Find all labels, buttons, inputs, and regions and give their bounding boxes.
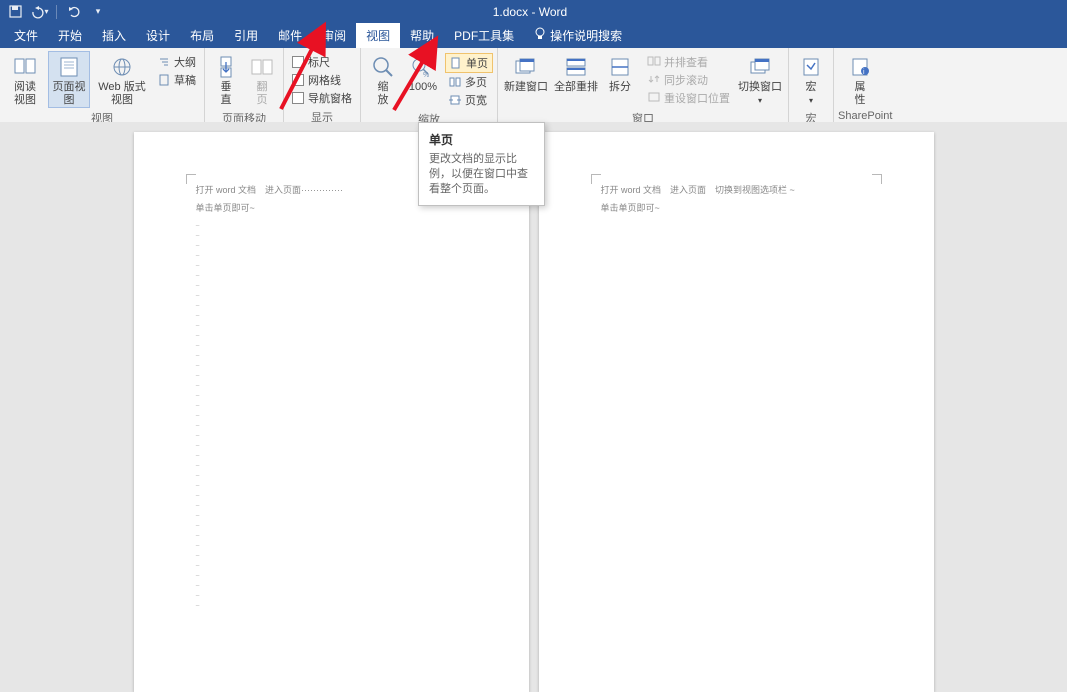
draft-button[interactable]: 草稿 (154, 71, 200, 89)
tab-tell-me[interactable]: 操作说明搜索 (524, 23, 632, 48)
page-body-marks: ~~~~~~~~~~~~~~~~~~~~~~~~~~~~~~~~~~~~~~~ (196, 222, 200, 612)
macros-icon (799, 55, 823, 79)
zoom-button[interactable]: 缩 放 (365, 51, 401, 108)
tell-me-label: 操作说明搜索 (550, 27, 622, 44)
title-bar: ▾ ▾ 1.docx - Word (0, 0, 1067, 23)
properties-icon: i (848, 55, 872, 79)
multi-page-button[interactable]: 多页 (445, 73, 493, 91)
ruler-checkbox[interactable]: 标尺 (288, 53, 356, 71)
multi-page-icon (449, 76, 461, 88)
document-title: 1.docx - Word (113, 5, 947, 19)
page-text: 打开 word 文档 进入页面·············· (196, 184, 343, 196)
new-window-icon (514, 55, 538, 79)
tab-layout[interactable]: 布局 (180, 23, 224, 48)
web-layout-button[interactable]: Web 版式视图 (92, 51, 152, 108)
tab-review[interactable]: 审阅 (312, 23, 356, 48)
print-layout-button[interactable]: 页面视图 (48, 51, 90, 108)
macros-button[interactable]: 宏▾ (793, 51, 829, 108)
navigation-pane-checkbox[interactable]: 导航窗格 (288, 89, 356, 107)
page-text: 打开 word 文档 进入页面 切换到视图选项栏 ~ (601, 184, 795, 196)
group-sharepoint-label: SharePoint (838, 108, 892, 123)
group-window: 新建窗口 全部重排 拆分 并排查看 (498, 48, 789, 122)
ribbon: 阅读 视图 页面视图 Web 版式视图 大纲 (0, 48, 1067, 123)
one-page-icon (450, 57, 462, 69)
outline-button[interactable]: 大纲 (154, 53, 200, 71)
tooltip-body: 更改文档的显示比例，以便在窗口中查看整个页面。 (429, 152, 534, 197)
group-macros: 宏▾ 宏 (789, 48, 834, 122)
one-page-button[interactable]: 单页 (445, 53, 493, 73)
sync-scroll-icon (648, 74, 660, 86)
group-page-movement: 垂 直 翻 页 页面移动 (205, 48, 284, 122)
draft-icon (158, 74, 170, 86)
group-sharepoint: i 属 性 SharePoint (834, 48, 896, 122)
save-icon[interactable] (8, 5, 22, 19)
sync-scroll-button[interactable]: 同步滚动 (644, 71, 734, 89)
read-mode-icon (13, 55, 37, 79)
split-icon (608, 55, 632, 79)
side-to-side-icon (250, 55, 274, 79)
tab-mailings[interactable]: 邮件 (268, 23, 312, 48)
group-views: 阅读 视图 页面视图 Web 版式视图 大纲 (0, 48, 205, 122)
web-layout-icon (110, 55, 134, 79)
tab-home[interactable]: 开始 (48, 23, 92, 48)
margin-corner-icon (868, 174, 882, 188)
new-window-button[interactable]: 新建窗口 (502, 51, 550, 95)
tab-help[interactable]: 帮助 (400, 23, 444, 48)
switch-windows-button[interactable]: 切换窗口▾ (736, 51, 784, 108)
vertical-button[interactable]: 垂 直 (209, 51, 243, 108)
zoom-100-button[interactable]: % 100% (403, 51, 443, 95)
document-page-2[interactable]: 打开 word 文档 进入页面 切换到视图选项栏 ~ 单击单页即可~ (539, 132, 934, 692)
page-text: 单击单页即可~ (601, 202, 660, 214)
svg-text:%: % (423, 72, 429, 79)
vertical-icon (214, 55, 238, 79)
undo-icon[interactable]: ▾ (32, 5, 46, 19)
arrange-all-icon (564, 55, 588, 79)
group-show: 标尺 网格线 导航窗格 显示 (284, 48, 361, 122)
page-width-icon (449, 94, 461, 106)
arrange-all-button[interactable]: 全部重排 (552, 51, 600, 95)
properties-button[interactable]: i 属 性 (838, 51, 882, 108)
read-mode-button[interactable]: 阅读 视图 (4, 51, 46, 108)
zoom-100-icon: % (411, 55, 435, 79)
quick-access-toolbar: ▾ ▾ (0, 0, 113, 23)
zoom-icon (371, 55, 395, 79)
ribbon-tabs: 文件 开始 插入 设计 布局 引用 邮件 审阅 视图 帮助 PDF工具集 操作说… (0, 23, 1067, 48)
tooltip-title: 单页 (429, 131, 534, 148)
tab-file[interactable]: 文件 (4, 23, 48, 48)
tab-view[interactable]: 视图 (356, 23, 400, 48)
group-zoom: 缩 放 % 100% 单页 多页 页宽 (361, 48, 498, 122)
switch-windows-icon (748, 55, 772, 79)
view-side-by-side-button[interactable]: 并排查看 (644, 53, 734, 71)
tab-pdf-tools[interactable]: PDF工具集 (444, 23, 524, 48)
side-by-side-icon (648, 56, 660, 68)
split-button[interactable]: 拆分 (602, 51, 638, 95)
print-layout-icon (57, 55, 81, 79)
redo-icon[interactable] (67, 5, 81, 19)
page-text: 单击单页即可~ (196, 202, 255, 214)
side-to-side-button[interactable]: 翻 页 (245, 51, 279, 108)
reset-window-position-button[interactable]: 重设窗口位置 (644, 89, 734, 107)
qat-customize-icon[interactable]: ▾ (91, 5, 105, 19)
tab-design[interactable]: 设计 (136, 23, 180, 48)
reset-window-icon (648, 92, 660, 104)
lightbulb-icon (534, 27, 546, 44)
tooltip-one-page: 单页 更改文档的显示比例，以便在窗口中查看整个页面。 (418, 122, 545, 206)
page-width-button[interactable]: 页宽 (445, 91, 493, 109)
tab-insert[interactable]: 插入 (92, 23, 136, 48)
document-page-1[interactable]: 打开 word 文档 进入页面·············· 单击单页即可~ ~~… (134, 132, 529, 692)
gridlines-checkbox[interactable]: 网格线 (288, 71, 356, 89)
outline-icon (158, 56, 170, 68)
tab-references[interactable]: 引用 (224, 23, 268, 48)
